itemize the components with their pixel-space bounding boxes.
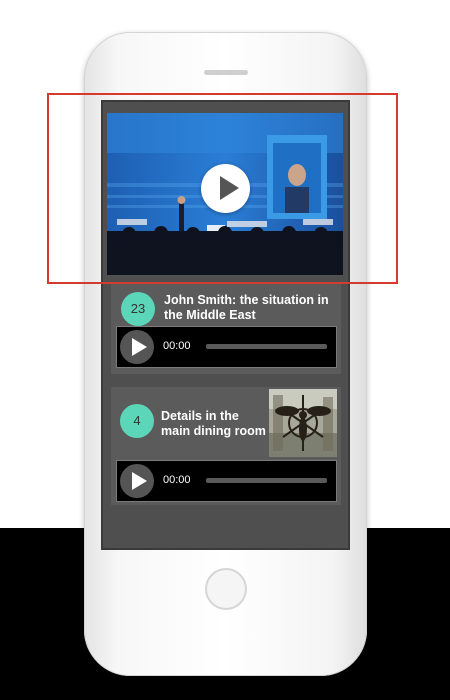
track-number-badge: 23 xyxy=(121,292,155,326)
track-title: Details in the main dining room xyxy=(161,409,266,438)
track-title: John Smith: the situation in the Middle … xyxy=(164,293,329,322)
audio-current-time: 00:00 xyxy=(163,474,191,486)
phone-speaker xyxy=(204,70,248,75)
audio-progress-bar[interactable] xyxy=(206,478,327,483)
highlight-frame xyxy=(47,93,398,284)
audio-track-card: 4 Details in the main dining room 00:00 xyxy=(111,387,341,505)
audio-play-button[interactable] xyxy=(120,330,154,364)
audio-track-card: 23 John Smith: the situation in the Midd… xyxy=(111,284,341,374)
audio-play-button[interactable] xyxy=(120,464,154,498)
mosquito-sculpture-image xyxy=(269,389,337,457)
track-thumbnail xyxy=(269,389,337,457)
audio-player: 00:00 xyxy=(116,460,337,502)
audio-current-time: 00:00 xyxy=(163,340,191,352)
play-icon xyxy=(132,472,147,490)
phone-home-button xyxy=(205,568,247,610)
audio-player: 00:00 xyxy=(116,326,337,368)
track-number-badge: 4 xyxy=(120,404,154,438)
play-icon xyxy=(132,338,147,356)
audio-progress-bar[interactable] xyxy=(206,344,327,349)
